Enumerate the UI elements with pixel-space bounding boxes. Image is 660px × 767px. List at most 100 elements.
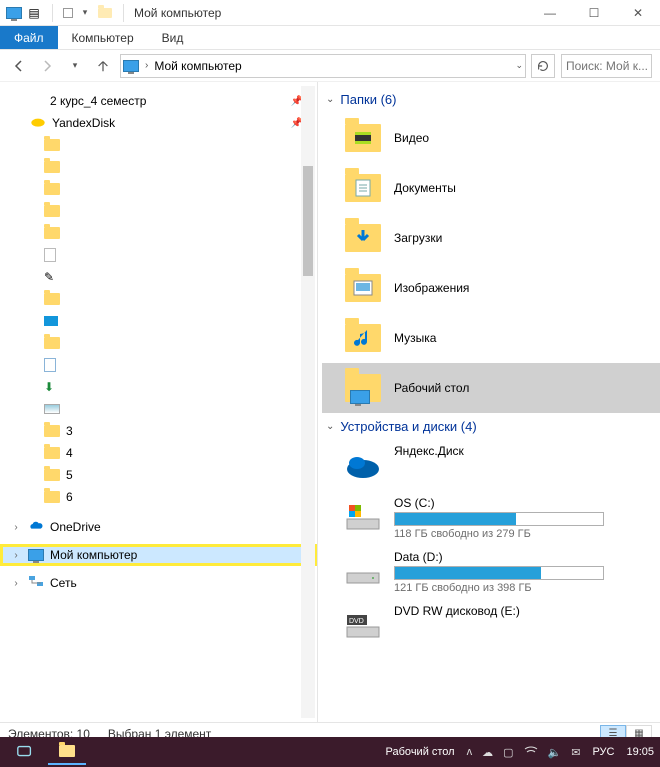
nav-item[interactable]: ✎ — [0, 266, 317, 288]
titlebar: ▤ ▾ Мой компьютер ― ☐ ✕ — [0, 0, 660, 26]
tray-lang[interactable]: РУС — [592, 746, 614, 758]
folder-tile-images[interactable]: Изображения — [322, 263, 660, 313]
folder-icon — [44, 337, 60, 349]
nav-label: 2 курс_4 семестр — [50, 94, 146, 108]
nav-item-yandexdisk[interactable]: YandexDisk 📌 — [0, 112, 317, 134]
folder-tile-documents[interactable]: Документы — [322, 163, 660, 213]
nav-item[interactable] — [0, 332, 317, 354]
location-crumb[interactable] — [123, 60, 139, 72]
nav-label: 6 — [66, 490, 73, 504]
maximize-button[interactable]: ☐ — [572, 0, 616, 26]
expand-icon[interactable]: › — [10, 522, 22, 533]
refresh-button[interactable] — [531, 54, 555, 78]
taskbar: Рабочий стол ʌ ☁ ▢ 🔈 ✉ РУС 19:05 — [0, 737, 660, 767]
nav-item[interactable]: 2 курс_4 семестр 📌 — [0, 90, 317, 112]
hdd-icon — [342, 550, 384, 592]
nav-item[interactable] — [0, 244, 317, 266]
search-box[interactable] — [561, 54, 652, 78]
address-bar[interactable]: › Мой компьютер ⌄ — [120, 54, 526, 78]
folder-icon — [44, 491, 60, 503]
qat-dropdown-icon[interactable]: ▾ — [77, 5, 93, 21]
tray-onedrive-icon[interactable]: ☁ — [482, 746, 493, 759]
ribbon-tabs: Файл Компьютер Вид — [0, 26, 660, 50]
nav-label: 3 — [66, 424, 73, 438]
qat-folder-icon[interactable] — [97, 5, 113, 21]
folder-icon — [44, 139, 60, 151]
group-title: Папки (6) — [340, 92, 396, 107]
tray-up-icon[interactable]: ʌ — [467, 746, 473, 758]
nav-item[interactable] — [0, 200, 317, 222]
drive-free-text: 118 ГБ свободно из 279 ГБ — [394, 528, 642, 540]
chevron-right-icon[interactable]: › — [145, 60, 148, 71]
window-title: Мой компьютер — [134, 6, 221, 20]
nav-item-onedrive[interactable]: › OneDrive — [0, 516, 317, 538]
nav-scrollbar[interactable] — [301, 86, 315, 718]
tray-desktop-label[interactable]: Рабочий стол — [386, 746, 455, 758]
nav-item[interactable] — [0, 354, 317, 376]
qat-checkbox-icon[interactable] — [63, 8, 73, 18]
tab-view[interactable]: Вид — [148, 26, 198, 49]
nav-item[interactable]: 5 — [0, 464, 317, 486]
drive-tile-yandex[interactable]: Яндекс.Диск — [322, 440, 660, 492]
network-icon — [28, 575, 44, 592]
nav-item[interactable] — [0, 178, 317, 200]
folder-icon — [44, 293, 60, 305]
desktop-folder-icon — [342, 367, 384, 409]
tray-time[interactable]: 19:05 — [626, 746, 654, 758]
nav-label: YandexDisk — [52, 116, 115, 130]
nav-item[interactable]: 4 — [0, 442, 317, 464]
folder-tile-downloads[interactable]: Загрузки — [322, 213, 660, 263]
picture-icon — [44, 404, 60, 414]
tray-battery-icon[interactable]: ▢ — [503, 746, 513, 759]
drive-tile-d[interactable]: Data (D:) 121 ГБ свободно из 398 ГБ — [322, 546, 660, 600]
chevron-down-icon: ⌄ — [326, 94, 334, 105]
drive-name: Яндекс.Диск — [394, 444, 642, 458]
nav-item[interactable]: 3 — [0, 420, 317, 442]
nav-item[interactable] — [0, 222, 317, 244]
nav-item[interactable]: ⬇ — [0, 376, 317, 398]
forward-button[interactable] — [36, 55, 58, 77]
nav-item[interactable] — [0, 398, 317, 420]
nav-item-network[interactable]: › Сеть — [0, 572, 317, 594]
group-header-folders[interactable]: ⌄ Папки (6) — [322, 86, 660, 113]
tray-wifi-icon[interactable] — [524, 745, 538, 760]
scrollbar-thumb[interactable] — [303, 166, 313, 276]
folder-tile-music[interactable]: Музыка — [322, 313, 660, 363]
nav-item[interactable] — [0, 310, 317, 332]
expand-icon[interactable]: › — [10, 550, 22, 561]
tray-action-center-icon[interactable]: ✉ — [571, 746, 580, 759]
location-text[interactable]: Мой компьютер — [154, 59, 241, 73]
tab-computer[interactable]: Компьютер — [58, 26, 148, 49]
taskbar-app-chat[interactable] — [6, 739, 44, 765]
qat-properties-icon[interactable]: ▤ — [26, 5, 42, 21]
tray-volume-icon[interactable]: 🔈 — [548, 746, 562, 759]
group-header-drives[interactable]: ⌄ Устройства и диски (4) — [322, 413, 660, 440]
tile-label: Музыка — [394, 331, 436, 345]
nav-item[interactable] — [0, 288, 317, 310]
drive-tile-c[interactable]: OS (C:) 118 ГБ свободно из 279 ГБ — [322, 492, 660, 546]
folder-tile-desktop[interactable]: Рабочий стол — [322, 363, 660, 413]
minimize-button[interactable]: ― — [528, 0, 572, 26]
recent-dropdown[interactable]: ▾ — [64, 55, 86, 77]
content-area: ⌄ Папки (6) Видео Документы Загрузки Изо… — [318, 82, 660, 722]
nav-item[interactable] — [0, 134, 317, 156]
nav-item-my-computer[interactable]: › Мой компьютер — [0, 544, 317, 566]
downloads-folder-icon — [342, 217, 384, 259]
tile-label: Загрузки — [394, 231, 442, 245]
dvd-icon: DVD — [342, 604, 384, 646]
tab-file[interactable]: Файл — [0, 26, 58, 49]
close-button[interactable]: ✕ — [616, 0, 660, 26]
taskbar-app-explorer[interactable] — [48, 739, 86, 765]
search-input[interactable] — [566, 59, 647, 73]
drive-tile-dvd[interactable]: DVD DVD RW дисковод (E:) — [322, 600, 660, 652]
tile-label: Документы — [394, 181, 456, 195]
onedrive-icon — [28, 520, 44, 535]
back-button[interactable] — [8, 55, 30, 77]
address-dropdown-icon[interactable]: ⌄ — [515, 60, 523, 71]
group-title: Устройства и диски (4) — [340, 419, 476, 434]
nav-item[interactable]: 6 — [0, 486, 317, 508]
expand-icon[interactable]: › — [10, 578, 22, 589]
nav-item[interactable] — [0, 156, 317, 178]
folder-tile-video[interactable]: Видео — [322, 113, 660, 163]
up-button[interactable] — [92, 55, 114, 77]
